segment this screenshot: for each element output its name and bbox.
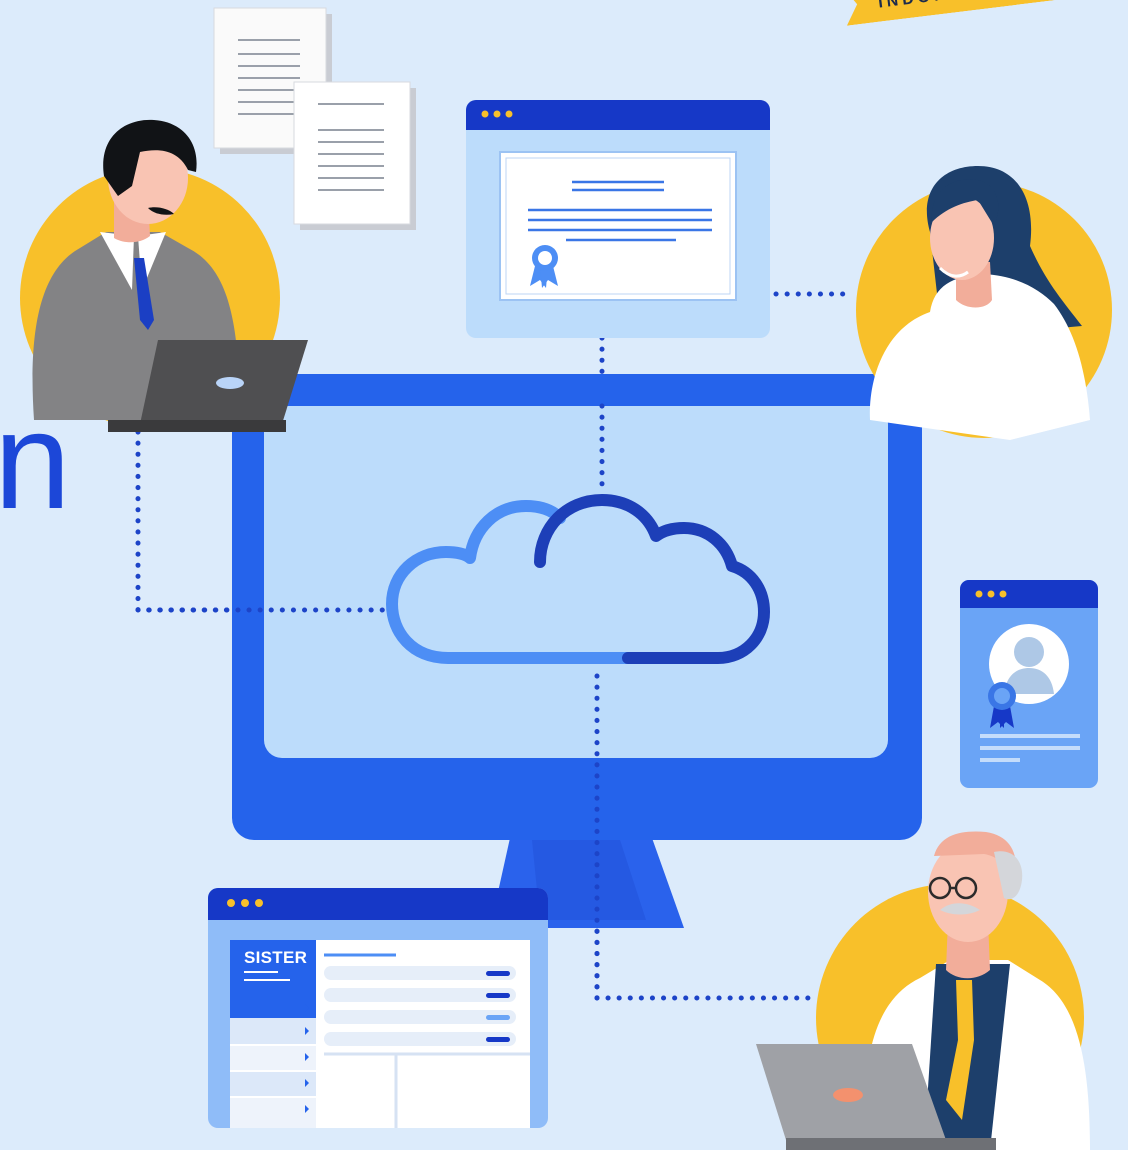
professor-with-laptop [756, 831, 1090, 1150]
sister-sidebar-rows [230, 1004, 316, 1128]
profile-badge-icon [988, 682, 1016, 728]
certificate-window-icon [466, 100, 770, 338]
illustration-canvas: INDONESIA [0, 0, 1128, 1150]
woman-avatar [856, 166, 1112, 440]
monitor-screen [264, 406, 888, 758]
artwork [20, 7, 1112, 1150]
professor-laptop-logo [833, 1088, 863, 1102]
headline-fragment: n [0, 384, 71, 538]
document-stack-icon [213, 7, 416, 230]
avatar-head [1014, 637, 1044, 667]
laptop-logo [216, 377, 244, 389]
laptop-base [108, 420, 286, 432]
professor-laptop-base [786, 1138, 996, 1150]
monitor [232, 374, 922, 928]
sister-window [208, 888, 548, 1128]
profile-card-icon [960, 580, 1098, 788]
sister-label: SISTER [244, 948, 308, 967]
